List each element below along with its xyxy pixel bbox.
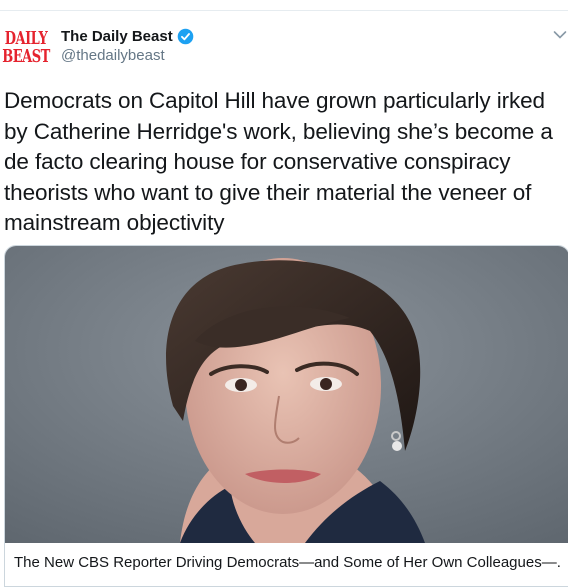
link-card[interactable]: The New CBS Reporter Driving Democrats—a… — [4, 245, 568, 587]
avatar-logo-line-1: DAILY — [4, 28, 48, 50]
card-image[interactable] — [5, 246, 568, 543]
account-names: The Daily Beast @thedailybeast — [61, 26, 194, 64]
tweet-text-line: Democrats on Capitol Hill have grown par… — [4, 88, 545, 113]
tweet-header: DAILY BEAST The Daily Beast @thedailybea… — [0, 20, 568, 70]
account-handle[interactable]: @thedailybeast — [61, 47, 194, 64]
chevron-down-icon[interactable] — [553, 30, 567, 40]
display-name-row: The Daily Beast — [61, 26, 194, 46]
display-name[interactable]: The Daily Beast — [61, 28, 173, 45]
tweet-text-line: by Catherine Herridge's work, believing … — [4, 118, 553, 144]
tweet-text-line: mainstream objectivity — [4, 210, 225, 235]
verified-badge-icon — [177, 28, 194, 44]
top-divider — [0, 0, 568, 11]
tweet-text-line: theorists who want to give their materia… — [4, 179, 532, 205]
tweet-text-line: de facto clearing house for conservative… — [4, 149, 511, 174]
tweet-text: Democrats on Capitol Hill have grown par… — [4, 86, 566, 239]
avatar-logo-line-2: BEAST — [2, 46, 50, 68]
card-title[interactable]: The New CBS Reporter Driving Democrats—a… — [14, 554, 562, 571]
avatar[interactable]: DAILY BEAST — [2, 28, 50, 68]
